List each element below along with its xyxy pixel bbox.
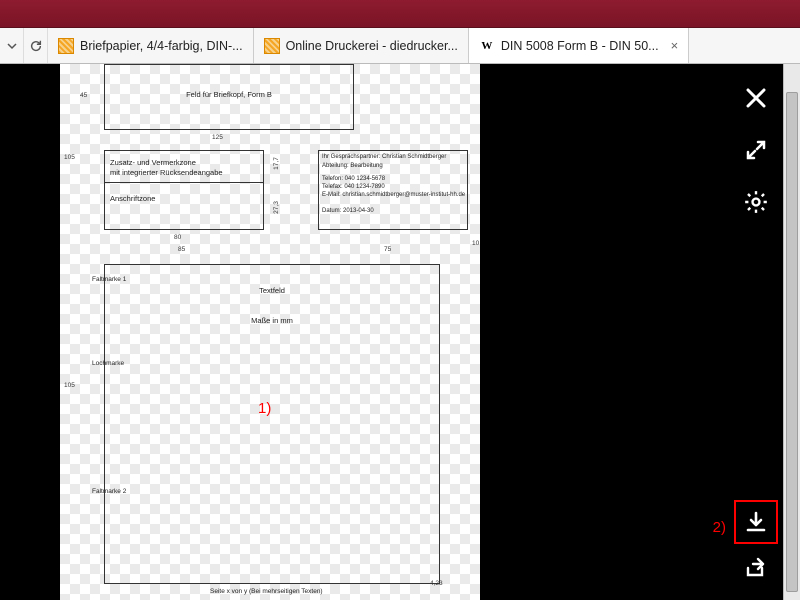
dim-105-bottom: 105 xyxy=(64,382,75,389)
window-titlebar xyxy=(0,0,800,28)
info-line5: E-Mail: christian.schmidtberger@muster-i… xyxy=(322,192,465,199)
textfield-label: Textfeld xyxy=(104,286,440,295)
anschrift-label: Anschriftzone xyxy=(110,194,155,203)
image-viewer: Feld für Briefkopf, Form B 45 125 Zusatz… xyxy=(0,64,800,600)
favicon-icon xyxy=(264,38,280,54)
info-line6: Datum: 2013-04-30 xyxy=(322,208,374,215)
favicon-icon xyxy=(58,38,74,54)
tab-label: DIN 5008 Form B - DIN 50... xyxy=(501,39,659,53)
faltmarke1-label: Faltmarke 1 xyxy=(92,276,126,284)
annotation-1: 1) xyxy=(258,400,271,417)
dim-17-7: 17,7 xyxy=(273,157,280,170)
tab-wikipedia[interactable]: W DIN 5008 Form B - DIN 50... × xyxy=(469,28,689,63)
viewer-actions-top xyxy=(742,84,770,216)
tab-label: Online Druckerei - diedrucker... xyxy=(286,39,458,53)
info-line3: Telefon: 040 1234-5678 xyxy=(322,176,385,183)
zusatz-line2: mit integrierter Rücksendeangabe xyxy=(110,168,223,177)
tab-bar: Briefpapier, 4/4-farbig, DIN-... Online … xyxy=(0,28,800,64)
scrollbar-thumb[interactable] xyxy=(786,92,798,592)
dim-125: 125 xyxy=(212,134,223,141)
fullscreen-button[interactable] xyxy=(742,136,770,164)
dim-75: 75 xyxy=(384,246,391,253)
close-tab-icon[interactable]: × xyxy=(671,38,679,53)
dim-10: 10 xyxy=(472,240,479,247)
tab-briefpapier[interactable]: Briefpapier, 4/4-farbig, DIN-... xyxy=(48,28,254,63)
header-field-label: Feld für Briefkopf, Form B xyxy=(104,90,354,99)
viewer-actions-bottom xyxy=(742,508,770,582)
zusatz-line1: Zusatz- und Vermerkzone xyxy=(110,158,196,167)
info-line1: Ihr Gesprächspartner: Christian Schmidtb… xyxy=(322,154,446,161)
faltmarke2-label: Faltmarke 2 xyxy=(92,488,126,496)
dim-27-3: 27,3 xyxy=(273,201,280,214)
reload-button[interactable] xyxy=(24,28,48,63)
masse-label: Maße in mm xyxy=(104,316,440,325)
info-line4: Telefax: 040 1234-7890 xyxy=(322,184,385,191)
textfield-box xyxy=(104,264,440,584)
nav-dropdown[interactable] xyxy=(0,28,24,63)
share-button[interactable] xyxy=(742,554,770,582)
close-viewer-button[interactable] xyxy=(742,84,770,112)
dim-85: 85 xyxy=(178,246,185,253)
dim-4-23: 4,23 xyxy=(430,580,443,587)
dim-45: 45 xyxy=(80,92,87,99)
annotation-2: 2) xyxy=(713,519,726,536)
address-divider xyxy=(104,182,264,183)
din5008-diagram: Feld für Briefkopf, Form B 45 125 Zusatz… xyxy=(60,64,480,600)
wikipedia-icon: W xyxy=(479,38,495,54)
tab-label: Briefpapier, 4/4-farbig, DIN-... xyxy=(80,39,243,53)
footer-label: Seite x von y (Bei mehrseitigen Texten) xyxy=(210,588,323,596)
info-line2: Abteilung: Bearbeitung xyxy=(322,163,383,170)
tab-druckerei[interactable]: Online Druckerei - diedrucker... xyxy=(254,28,469,63)
settings-button[interactable] xyxy=(742,188,770,216)
vertical-scrollbar[interactable] xyxy=(783,64,800,600)
dim-80: 80 xyxy=(174,234,181,241)
lochmarke-label: Lochmarke xyxy=(92,360,124,368)
document-preview[interactable]: Feld für Briefkopf, Form B 45 125 Zusatz… xyxy=(60,64,480,600)
dim-105-top: 105 xyxy=(64,154,75,161)
download-button[interactable] xyxy=(742,508,770,536)
